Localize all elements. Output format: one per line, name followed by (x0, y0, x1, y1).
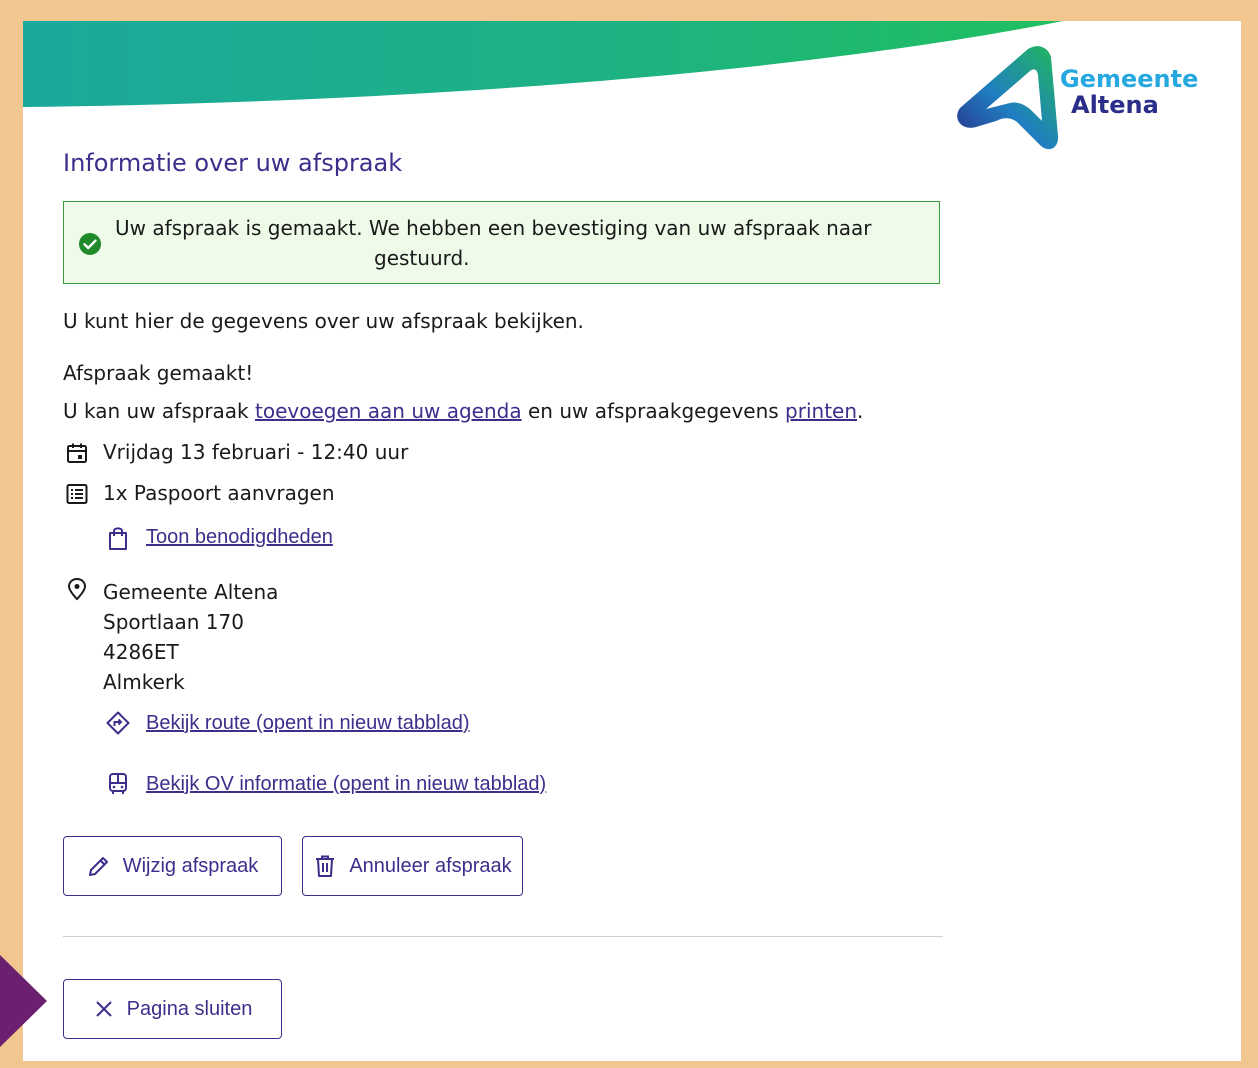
route-icon (106, 711, 130, 735)
print-link[interactable]: printen (785, 399, 857, 423)
brand-name: Gemeente Altena (1060, 66, 1198, 118)
calendar-icon (67, 443, 87, 463)
agenda-sentence: U kan uw afspraak toevoegen aan uw agend… (63, 399, 863, 423)
appointment-datetime: Vrijdag 13 februari - 12:40 uur (103, 440, 409, 464)
location-street: Sportlaan 170 (103, 610, 244, 634)
brand-line2: Altena (1071, 91, 1159, 119)
pencil-icon (88, 857, 108, 876)
location-postcode: 4286ET (103, 640, 179, 664)
add-to-agenda-link[interactable]: toevoegen aan uw agenda (255, 399, 522, 423)
change-appointment-button[interactable]: Wijzig afspraak (63, 836, 282, 896)
view-ov-info-link[interactable]: Bekijk OV informatie (opent in nieuw tab… (146, 773, 546, 796)
location-city: Almkerk (103, 670, 185, 694)
show-requirements-link[interactable]: Toon benodigdheden (146, 526, 333, 549)
check-circle-icon (79, 233, 101, 255)
success-alert: Uw afspraak is gemaakt. We hebben een be… (63, 201, 940, 284)
alert-message: Uw afspraak is gemaakt. We hebben een be… (115, 213, 875, 273)
close-icon (95, 1001, 112, 1017)
close-page-button[interactable]: Pagina sluiten (63, 979, 282, 1039)
alert-line2: gestuurd. (374, 246, 470, 270)
location-pin-icon (67, 577, 87, 601)
location-name: Gemeente Altena (103, 580, 279, 604)
agenda-text-before: U kan uw afspraak (63, 399, 255, 423)
divider (63, 936, 943, 937)
appointment-made-text: Afspraak gemaakt! (63, 361, 254, 385)
trash-icon (316, 855, 335, 877)
list-icon (66, 484, 88, 504)
agenda-text-middle: en uw afspraakgegevens (521, 399, 786, 423)
page-container: Gemeente Altena Informatie over uw afspr… (23, 21, 1241, 1061)
intro-text: U kunt hier de gegevens over uw afspraak… (63, 309, 584, 333)
page-title: Informatie over uw afspraak (63, 149, 403, 177)
cancel-appointment-label: Annuleer afspraak (349, 854, 512, 877)
focus-marker-arrow (0, 955, 47, 1047)
change-appointment-label: Wijzig afspraak (122, 854, 259, 877)
bag-icon (109, 527, 127, 550)
alert-line1: Uw afspraak is gemaakt. We hebben een be… (115, 216, 872, 240)
agenda-text-after: . (857, 399, 864, 423)
close-page-label: Pagina sluiten (126, 997, 253, 1020)
view-route-link[interactable]: Bekijk route (opent in nieuw tabblad) (146, 712, 470, 735)
location-address: Gemeente Altena Sportlaan 170 4286ET Alm… (103, 577, 278, 697)
bus-icon (109, 773, 127, 794)
cancel-appointment-button[interactable]: Annuleer afspraak (302, 836, 523, 896)
brand-line1: Gemeente (1060, 65, 1199, 93)
appointment-product: 1x Paspoort aanvragen (103, 481, 335, 505)
